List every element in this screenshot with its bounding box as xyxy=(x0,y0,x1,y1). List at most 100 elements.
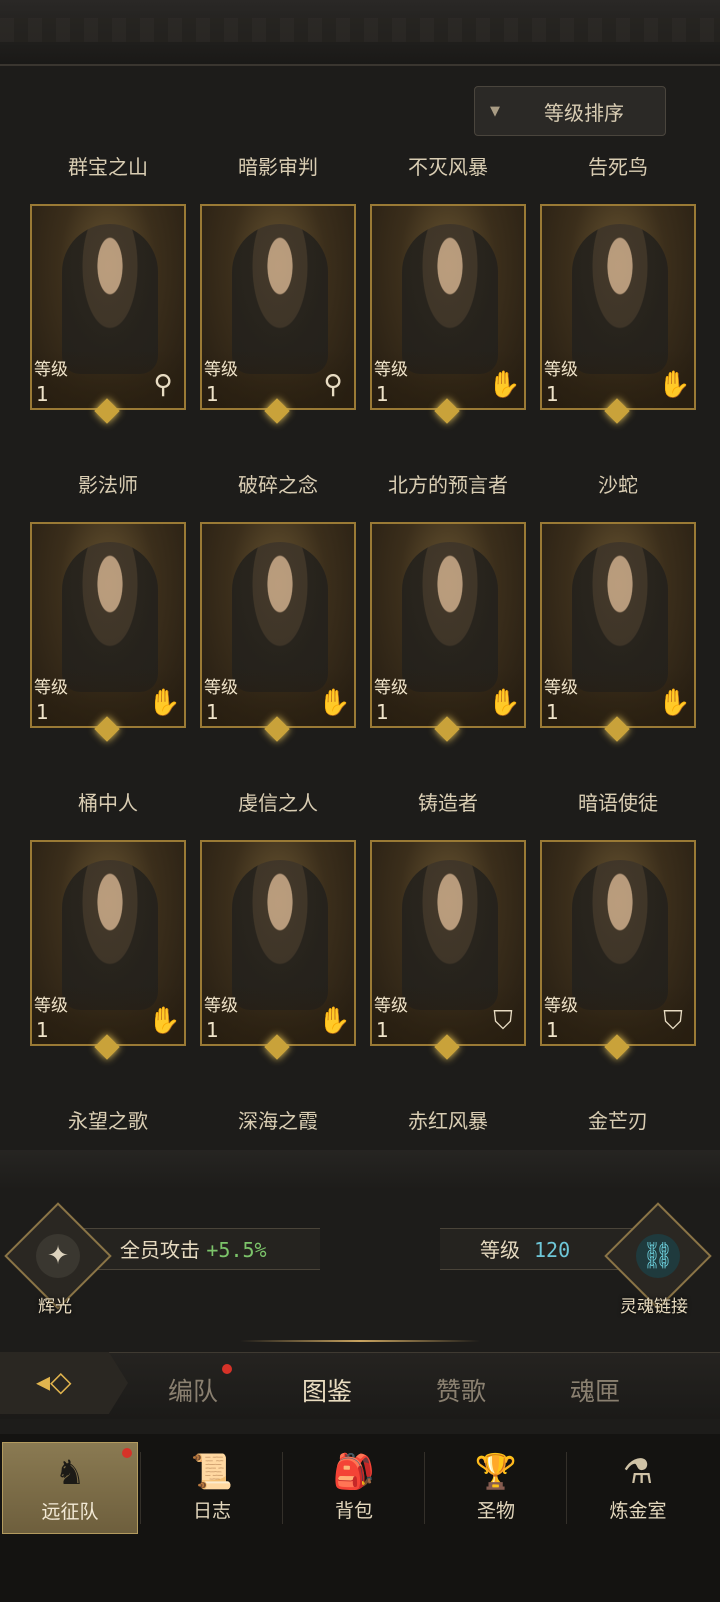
level-label: 等级 xyxy=(544,360,578,380)
level-value: 1 xyxy=(206,1018,219,1042)
nav-item[interactable]: 🏆 圣物 xyxy=(428,1442,564,1534)
hero-name: 赤红风暴 xyxy=(408,1109,488,1133)
notification-dot xyxy=(222,1364,232,1374)
hero-portrait-frame: 等级 1 ✋ xyxy=(200,522,356,728)
hero-card[interactable]: 破碎之念 等级 1 ✋ xyxy=(200,470,356,742)
nav-divider xyxy=(140,1452,141,1524)
hero-card[interactable]: 不灭风暴 等级 1 ✋ xyxy=(370,152,526,424)
hero-card[interactable]: 暗语使徒 等级 1 ⛉ xyxy=(540,788,696,1060)
level-value: 1 xyxy=(376,700,389,724)
tab-label: 魂匣 xyxy=(570,1377,621,1406)
nav-label: 炼金室 xyxy=(609,1500,667,1522)
level-value: 120 xyxy=(534,1238,571,1262)
nav-label: 圣物 xyxy=(476,1500,515,1522)
nav-item[interactable]: ♞ 远征队 xyxy=(2,1442,138,1534)
tab-hymn[interactable]: 赞歌 xyxy=(436,1372,486,1408)
partial-card-row xyxy=(0,1150,720,1190)
level-label: 等级 xyxy=(374,360,408,380)
nav-label: 背包 xyxy=(334,1500,373,1522)
hero-card[interactable]: 沙蛇 等级 1 ✋ xyxy=(540,470,696,742)
level-value: 1 xyxy=(376,382,389,406)
hero-card[interactable]: 暗影审判 等级 1 ⚲ xyxy=(200,152,356,424)
hero-card[interactable]: 影法师 等级 1 ✋ xyxy=(30,470,186,742)
bonus-label: 全员攻击 xyxy=(120,1238,200,1262)
hero-card[interactable]: 虔信之人 等级 1 ✋ xyxy=(200,788,356,1060)
level-label: 等级 xyxy=(34,360,68,380)
dropdown-triangle-icon: ▼ xyxy=(490,103,500,119)
shield-icon: ⛉ xyxy=(663,1006,683,1036)
soul-link-level: 等级 120 xyxy=(480,1234,570,1263)
palm-icon: ✋ xyxy=(148,688,181,718)
tab-formation[interactable]: 编队 xyxy=(168,1372,218,1408)
hero-name: 影法师 xyxy=(78,473,138,497)
nav-label: 远征队 xyxy=(41,1501,99,1523)
hero-portrait-frame: 等级 1 ⛉ xyxy=(540,840,696,1046)
hero-card[interactable]: 铸造者 等级 1 ⛉ xyxy=(370,788,526,1060)
tab-label: 图鉴 xyxy=(302,1377,353,1406)
soul-link-label: 灵魂链接 xyxy=(620,1297,688,1317)
hero-name: 虔信之人 xyxy=(238,791,318,815)
nav-item[interactable]: 📜 日志 xyxy=(144,1442,280,1534)
compass-star-icon: ✦ xyxy=(35,1234,80,1278)
sort-by-level-button[interactable]: ▼ 等级排序 xyxy=(474,86,666,136)
palm-icon: ✋ xyxy=(658,370,691,400)
chain-link-icon: ⛓ xyxy=(636,1234,680,1278)
level-label: 等级 xyxy=(204,678,238,698)
level-label: 等级 xyxy=(204,996,238,1016)
level-label: 等级 xyxy=(374,996,408,1016)
level-value: 1 xyxy=(546,382,559,406)
level-value: 1 xyxy=(376,1018,389,1042)
nav-item[interactable]: ⚗ 炼金室 xyxy=(570,1442,706,1534)
level-value: 1 xyxy=(206,700,219,724)
horned-helmet-icon: ♞ xyxy=(54,1453,86,1493)
hero-portrait-frame: 等级 1 ✋ xyxy=(30,840,186,1046)
hero-card[interactable]: 桶中人 等级 1 ✋ xyxy=(30,788,186,1060)
notification-dot xyxy=(122,1448,132,1458)
level-value: 1 xyxy=(206,382,219,406)
hero-card[interactable]: 告死鸟 等级 1 ✋ xyxy=(540,152,696,424)
level-value: 1 xyxy=(36,1018,49,1042)
tab-label: 赞歌 xyxy=(436,1377,487,1406)
radiance-label: 辉光 xyxy=(38,1297,72,1317)
hero-name: 告死鸟 xyxy=(588,155,648,179)
alchemy-icon: ⚗ xyxy=(622,1452,654,1492)
hero-card[interactable]: 群宝之山 等级 1 ⚲ xyxy=(30,152,186,424)
hero-card[interactable]: 北方的预言者 等级 1 ✋ xyxy=(370,470,526,742)
palm-icon: ✋ xyxy=(318,1006,351,1036)
all-attack-bonus: 全员攻击 +5.5% xyxy=(120,1234,267,1263)
hero-name: 桶中人 xyxy=(78,791,138,815)
level-label: 等级 xyxy=(544,996,578,1016)
level-value: 1 xyxy=(546,1018,559,1042)
level-label: 等级 xyxy=(480,1238,520,1262)
level-label: 等级 xyxy=(374,678,408,698)
tab-soul-box[interactable]: 魂匣 xyxy=(570,1372,620,1408)
scroll-icon: 📜 xyxy=(190,1452,234,1492)
level-label: 等级 xyxy=(544,678,578,698)
nav-divider xyxy=(424,1452,425,1524)
palm-icon: ✋ xyxy=(488,688,521,718)
palm-icon: ✋ xyxy=(148,1006,181,1036)
palm-icon: ✋ xyxy=(318,688,351,718)
hero-name: 沙蛇 xyxy=(598,473,638,497)
shield-icon: ⛉ xyxy=(493,1006,513,1036)
sort-label: 等级排序 xyxy=(544,100,624,125)
hero-portrait-frame: 等级 1 ✋ xyxy=(540,204,696,410)
arrow-diamond-icon: ◂◇ xyxy=(36,1365,72,1398)
nav-label: 日志 xyxy=(192,1500,231,1522)
nav-divider xyxy=(282,1452,283,1524)
nav-divider xyxy=(566,1452,567,1524)
hero-portrait-frame: 等级 1 ⛉ xyxy=(370,840,526,1046)
nav-item[interactable]: 🎒 背包 xyxy=(286,1442,422,1534)
tab-compendium[interactable]: 图鉴 xyxy=(302,1372,352,1408)
level-value: 1 xyxy=(36,700,49,724)
top-ornament-border xyxy=(0,0,720,66)
tab-divider-glow xyxy=(240,1340,480,1342)
hero-name: 不灭风暴 xyxy=(408,155,488,179)
chalice-icon: 🏆 xyxy=(474,1452,518,1492)
hero-name: 北方的预言者 xyxy=(388,473,508,497)
level-value: 1 xyxy=(546,700,559,724)
hero-portrait-frame: 等级 1 ⚲ xyxy=(30,204,186,410)
hero-portrait-frame: 等级 1 ✋ xyxy=(30,522,186,728)
level-label: 等级 xyxy=(34,996,68,1016)
hero-name: 暗语使徒 xyxy=(578,791,658,815)
